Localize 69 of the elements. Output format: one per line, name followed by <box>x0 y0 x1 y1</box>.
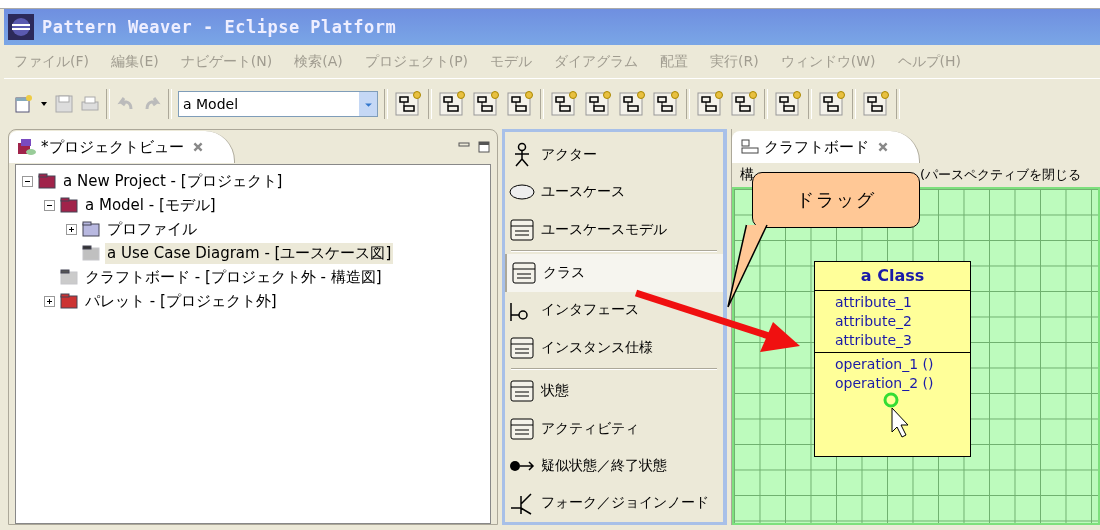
node-icon <box>59 267 79 287</box>
diagram-icon[interactable] <box>550 90 578 118</box>
tree-item[interactable]: クラフトボード - [プロジェクト外 - 構造図] <box>83 266 384 288</box>
maximize-icon[interactable] <box>477 140 491 154</box>
diagram-icon[interactable] <box>394 90 422 118</box>
diagram-icon[interactable] <box>506 90 534 118</box>
mouse-cursor-icon <box>883 392 909 438</box>
palette-item[interactable]: インタフェース <box>505 291 723 329</box>
hint-text: (パースペクティブを閉じる <box>920 166 1082 184</box>
palette-item[interactable]: フォーク／ジョインノード <box>505 484 723 523</box>
attribute-text: attribute_2 <box>835 312 913 331</box>
tree-item[interactable]: a Use Case Diagram - [ユースケース図] <box>105 242 394 264</box>
node-icon <box>37 171 57 191</box>
save-icon <box>54 94 74 114</box>
tool-icon <box>509 334 535 361</box>
class-name: a Class <box>815 262 970 291</box>
model-combo[interactable]: a Model <box>178 91 378 117</box>
palette-item[interactable]: クラス <box>505 254 723 292</box>
diagram-icon[interactable] <box>438 90 466 118</box>
tab-label: クラフトボード <box>764 137 869 157</box>
operation-text: operation_1 () <box>835 355 935 374</box>
tool-icon <box>509 216 535 243</box>
tree-item[interactable]: a Model - [モデル] <box>83 194 218 216</box>
caret-icon[interactable] <box>40 100 48 108</box>
diagram-icon[interactable] <box>730 90 758 118</box>
expander-icon[interactable] <box>44 295 55 307</box>
palette-item[interactable]: 疑似状態／終了状態 <box>505 447 723 485</box>
diagram-icon[interactable] <box>584 90 612 118</box>
palette-item[interactable]: アクター <box>505 136 723 174</box>
hint-text: 構 <box>740 166 754 184</box>
diagram-icon[interactable] <box>696 90 724 118</box>
diagram-icon[interactable] <box>472 90 500 118</box>
tool-icon <box>509 415 535 442</box>
attribute-text: attribute_1 <box>835 293 913 312</box>
print-icon <box>80 94 100 114</box>
diagram-icon[interactable] <box>862 90 890 118</box>
tree-item[interactable]: a New Project - [プロジェクト] <box>61 170 285 192</box>
tab-label: *プロジェクトビュー <box>41 137 184 157</box>
node-icon <box>59 195 79 215</box>
expander-icon[interactable] <box>44 199 55 211</box>
tree-item[interactable]: プロファイル <box>105 218 199 240</box>
node-icon <box>59 291 79 311</box>
tool-icon <box>511 259 537 286</box>
editor-tab[interactable]: クラフトボード <box>732 131 920 163</box>
eclipse-logo-icon <box>8 14 34 40</box>
operation-text: operation_2 () <box>835 374 935 393</box>
expander-icon[interactable] <box>66 223 77 235</box>
diagram-icon[interactable] <box>652 90 680 118</box>
close-icon[interactable] <box>877 141 889 153</box>
palette-item[interactable]: ユースケース <box>505 173 723 211</box>
palette-item[interactable]: インスタンス仕様 <box>505 329 723 367</box>
palette-item[interactable]: アクティビティ <box>505 409 723 448</box>
tree-item[interactable]: パレット - [プロジェクト外] <box>83 290 279 312</box>
tool-icon <box>509 378 535 405</box>
class-box[interactable]: a Class attribute_1 attribute_2 attribute_3 operation_1 () operation_2 () <box>814 261 971 457</box>
node-icon <box>81 243 101 263</box>
board-icon <box>740 137 760 157</box>
window-title: Pattern Weaver - Eclipse Platform <box>42 17 397 37</box>
palette-item[interactable]: 状態 <box>505 372 723 410</box>
tool-icon <box>509 490 535 517</box>
palette-item[interactable]: ユースケースモデル <box>505 210 723 249</box>
attribute-text: attribute_3 <box>835 331 913 350</box>
diagram-icon[interactable] <box>818 90 846 118</box>
diagram-icon[interactable] <box>774 90 802 118</box>
expander-icon[interactable] <box>22 175 33 187</box>
close-icon[interactable] <box>191 141 204 153</box>
diagram-icon[interactable] <box>618 90 646 118</box>
project-view-tab[interactable]: *プロジェクトビュー <box>9 131 235 163</box>
new-file-icon[interactable] <box>14 94 34 114</box>
